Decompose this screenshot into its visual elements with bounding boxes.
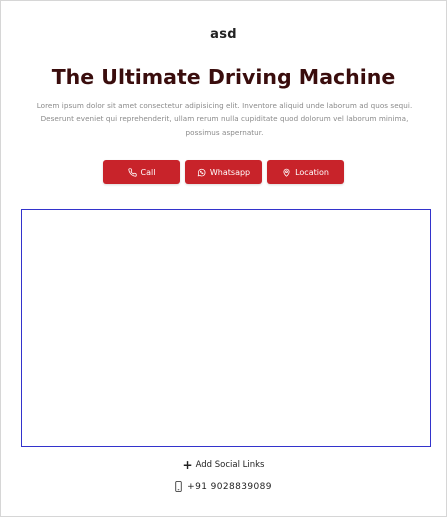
whatsapp-icon [197,168,206,177]
call-button[interactable]: Call [103,160,180,184]
map-pin-icon [282,168,291,177]
phone-number: +91 9028839089 [187,481,272,492]
phone-icon [127,167,137,177]
add-social-links-button[interactable]: + Add Social Links [1,458,446,472]
page-frame: asd The Ultimate Driving Machine Lorem i… [0,0,447,517]
whatsapp-button-label: Whatsapp [209,167,251,177]
plus-icon: + [182,458,193,472]
action-buttons: Call Whatsapp Location [1,160,446,184]
mobile-phone-icon [175,481,182,492]
location-button-label: Location [295,167,329,177]
whatsapp-button[interactable]: Whatsapp [185,160,262,184]
brand-name: asd [210,27,237,42]
location-button[interactable]: Location [267,160,344,184]
hero-description: Lorem ipsum dolor sit amet consectetur a… [36,101,413,137]
add-social-links-label: Add Social Links [195,460,265,470]
page-title: The Ultimate Driving Machine [51,65,396,89]
phone-contact[interactable]: +91 9028839089 [1,481,446,492]
embedded-content-frame[interactable] [21,209,431,447]
call-button-label: Call [140,167,156,177]
